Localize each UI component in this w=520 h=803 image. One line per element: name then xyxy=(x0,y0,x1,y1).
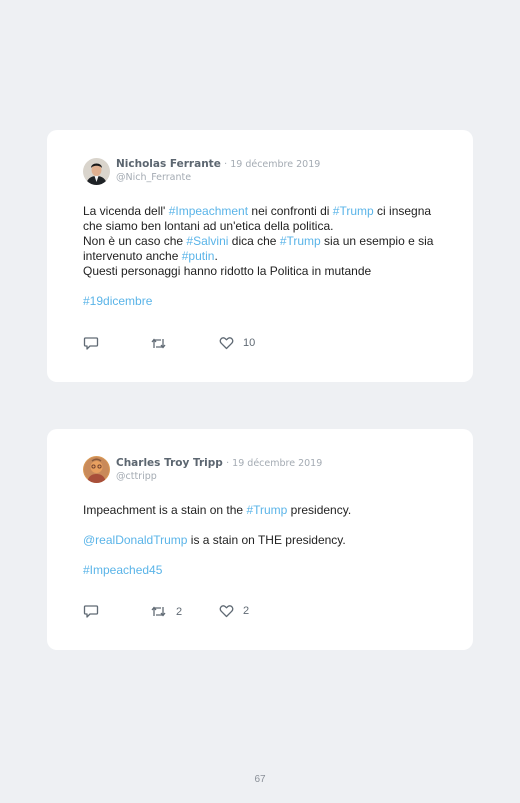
tweet-card: Charles Troy Tripp · 19 décembre 2019 @c… xyxy=(47,429,473,650)
tweet-actions: 10 xyxy=(83,336,283,352)
page-number: 67 xyxy=(254,774,266,785)
tweet-date: · 19 décembre 2019 xyxy=(226,458,323,469)
hashtag-link[interactable]: #putin xyxy=(182,249,215,263)
tweet-text: Impeachment is a stain on the #Trump pre… xyxy=(83,503,443,578)
tweet-paragraph: @realDonaldTrump is a stain on THE presi… xyxy=(83,533,346,547)
tweet-paragraph: #Impeached45 xyxy=(83,563,443,578)
tweet-paragraph: Non è un caso che #Salvini dica che #Tru… xyxy=(83,234,434,263)
tweet-paragraph: Questi personaggi hanno ridotto la Polit… xyxy=(83,264,372,278)
retweet-icon xyxy=(151,606,166,617)
like-icon xyxy=(219,337,234,350)
mention-link[interactable]: @realDonaldTrump xyxy=(83,533,187,547)
avatar[interactable] xyxy=(83,456,110,483)
hashtag-link[interactable]: #Trump xyxy=(333,204,374,218)
reply-button[interactable] xyxy=(83,336,99,351)
like-count: 2 xyxy=(243,605,250,617)
author-handle[interactable]: @cttripp xyxy=(116,471,157,482)
hashtag-link[interactable]: #Impeached45 xyxy=(83,563,162,577)
tweet-paragraph: Impeachment is a stain on the #Trump pre… xyxy=(83,503,352,517)
like-count: 10 xyxy=(243,337,256,349)
reply-icon xyxy=(83,605,99,618)
tweet-date: · 19 décembre 2019 xyxy=(224,159,321,170)
like-icon xyxy=(219,605,234,618)
hashtag-link[interactable]: #Impeachment xyxy=(169,204,248,218)
author-handle[interactable]: @Nich_Ferrante xyxy=(116,172,191,183)
like-button[interactable]: 2 xyxy=(219,604,249,618)
author-name[interactable]: Nicholas Ferrante xyxy=(116,158,221,170)
hashtag-link[interactable]: #Trump xyxy=(280,234,321,248)
tweet-paragraph: La vicenda dell' #Impeachment nei confro… xyxy=(83,204,432,233)
reply-icon xyxy=(83,337,99,350)
retweet-count: 2 xyxy=(176,605,183,618)
tweet-card: Nicholas Ferrante · 19 décembre 2019 @Ni… xyxy=(47,130,473,382)
author-name[interactable]: Charles Troy Tripp xyxy=(116,457,223,469)
hashtag-link[interactable]: #19dicembre xyxy=(83,294,152,308)
avatar[interactable] xyxy=(83,158,110,185)
author-line: Nicholas Ferrante · 19 décembre 2019 xyxy=(116,158,320,170)
retweet-button[interactable] xyxy=(150,336,176,351)
tweet-text: La vicenda dell' #Impeachment nei confro… xyxy=(83,204,443,309)
like-button[interactable]: 10 xyxy=(219,336,255,350)
tweet-actions: 2 2 xyxy=(83,604,283,620)
tweet-paragraph: #19dicembre xyxy=(83,294,443,309)
hashtag-link[interactable]: #Salvini xyxy=(186,234,228,248)
reply-button[interactable] xyxy=(83,604,99,619)
author-line: Charles Troy Tripp · 19 décembre 2019 xyxy=(116,457,322,469)
retweet-icon xyxy=(151,338,166,349)
retweet-button[interactable]: 2 xyxy=(150,604,182,619)
hashtag-link[interactable]: #Trump xyxy=(246,503,287,517)
